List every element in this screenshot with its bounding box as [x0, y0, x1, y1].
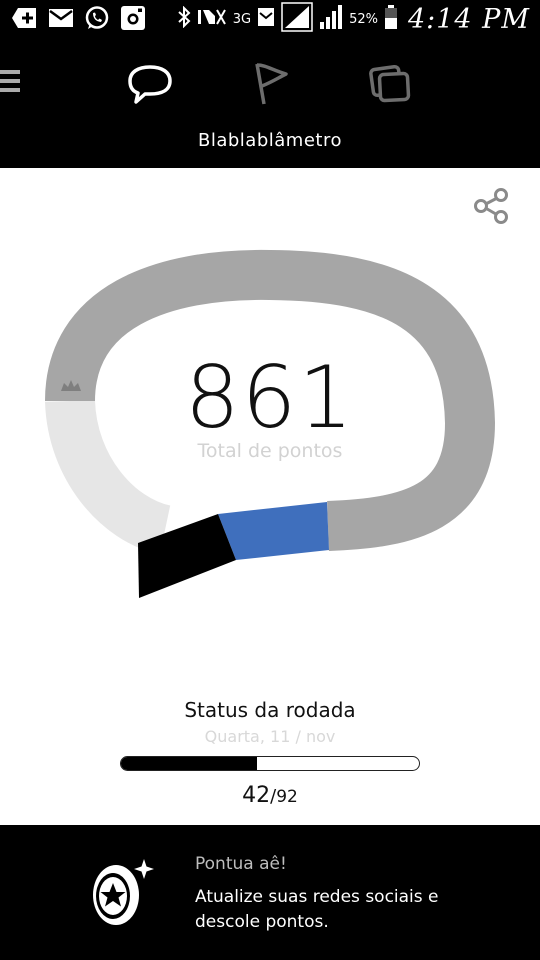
promo-text: Atualize suas redes sociais e descole po…	[195, 887, 439, 932]
menu-icon[interactable]	[0, 68, 20, 94]
mail-icon	[48, 5, 74, 31]
round-status-title: Status da rodada	[184, 698, 356, 722]
battery-icon	[384, 4, 398, 34]
sms-icon	[257, 6, 275, 32]
flag-icon	[255, 63, 288, 105]
round-progress-text: 42/92	[0, 783, 540, 808]
score-label: Total de pontos	[197, 440, 343, 462]
round-progress-bar	[120, 756, 420, 771]
network-3g-label: 3G	[232, 11, 252, 27]
main-content: 861 Total de pontos Status da rodada Qua…	[0, 168, 540, 825]
status-bar: 3G 52% 4:14 PM	[0, 0, 540, 38]
round-progress-fill	[121, 757, 258, 770]
promo-title: Pontua aê!	[195, 854, 287, 874]
cards-icon	[369, 64, 411, 103]
whatsapp-icon	[84, 5, 110, 31]
signal-icon	[281, 2, 313, 36]
promo-banner[interactable]: Pontua aê! Atualize suas redes sociais e…	[0, 825, 540, 960]
tab-flag[interactable]	[244, 60, 296, 108]
score-value: 861	[184, 348, 356, 448]
tab-cards[interactable]	[364, 60, 416, 108]
instagram-icon	[120, 5, 146, 31]
badge-star-icon	[86, 855, 156, 929]
app-header: Blablablâmetro	[0, 38, 540, 168]
signal-icon	[319, 4, 343, 34]
clock: 4:14 PM	[407, 3, 530, 35]
round-progress-total: 92	[276, 787, 298, 807]
system-status: 3G 52% 4:14 PM	[177, 2, 530, 36]
page-title: Blablablâmetro	[198, 130, 342, 151]
chat-bubble-icon	[128, 65, 172, 104]
mute-icon	[197, 6, 227, 32]
notification-icons	[12, 5, 146, 31]
round-date: Quarta, 11 / nov	[204, 727, 336, 746]
bluetooth-icon	[177, 5, 191, 32]
battery-percentage: 52%	[349, 11, 378, 27]
gauge-blue-segment	[218, 502, 329, 560]
plus-icon	[12, 5, 38, 31]
tab-chat[interactable]	[124, 60, 176, 108]
round-progress-current: 42	[242, 783, 271, 808]
